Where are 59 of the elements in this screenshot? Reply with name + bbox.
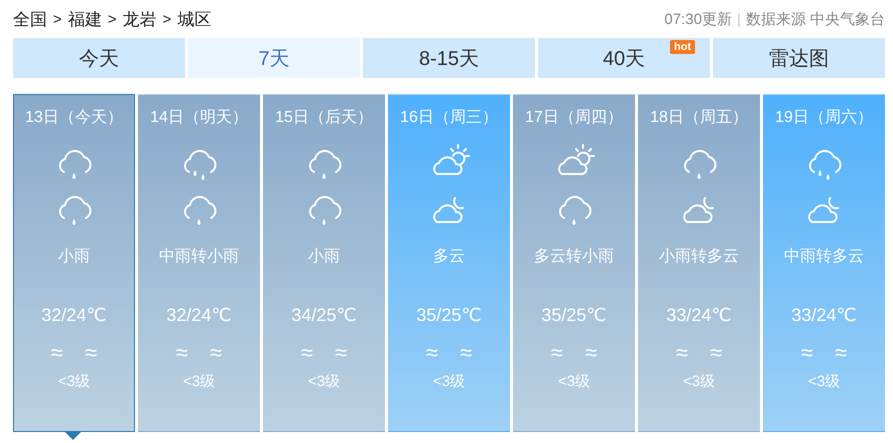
date-label: 16日（周三） bbox=[400, 108, 498, 128]
date-label: 19日（周六） bbox=[775, 108, 873, 128]
date-label: 17日（周四） bbox=[525, 108, 623, 128]
wind-direction: ≈ bbox=[800, 340, 813, 366]
wind-direction: ≈ bbox=[210, 340, 222, 366]
tab[interactable]: 雷达图 bbox=[713, 38, 885, 78]
date-label: 18日（周五） bbox=[650, 108, 748, 128]
date-label: 13日（今天） bbox=[25, 108, 123, 128]
wind-level: <3级 bbox=[182, 372, 216, 391]
date-label: 15日（后天） bbox=[275, 108, 373, 128]
pointer-icon bbox=[64, 431, 82, 440]
breadcrumb-link[interactable]: 福建 bbox=[68, 8, 102, 30]
wind-direction: ≈ bbox=[50, 340, 63, 366]
wind-level: <3级 bbox=[808, 372, 840, 391]
wind-direction: ≈ bbox=[85, 340, 98, 366]
wind-direction: ≈ bbox=[300, 340, 313, 366]
wind-level: <3级 bbox=[682, 372, 716, 391]
wind-level: <3级 bbox=[58, 372, 90, 391]
weather-text: 中雨转多云 bbox=[784, 246, 864, 267]
temperature: 33/24℃ bbox=[666, 305, 732, 326]
breadcrumb-link[interactable]: 全国 bbox=[13, 8, 47, 30]
tab[interactable]: 40天 hot bbox=[538, 38, 710, 78]
weather-text: 小雨转多云 bbox=[659, 246, 739, 267]
wind-level: <3级 bbox=[308, 372, 340, 391]
breadcrumb-link[interactable]: 龙岩 bbox=[122, 8, 157, 30]
tab[interactable]: 今天 bbox=[13, 38, 185, 78]
weather-text: 多云 bbox=[433, 247, 465, 267]
breadcrumb-separator: > bbox=[108, 10, 117, 28]
breadcrumb-separator: > bbox=[162, 10, 172, 28]
weather-text: 小雨 bbox=[308, 246, 340, 267]
temperature: 33/24℃ bbox=[791, 305, 857, 326]
temperature: 32/24℃ bbox=[41, 305, 107, 326]
wind-level: <3级 bbox=[432, 372, 466, 391]
wind-direction: ≈ bbox=[460, 340, 472, 366]
weather-text: 小雨 bbox=[58, 246, 90, 267]
hot-badge: hot bbox=[670, 40, 696, 54]
tab[interactable]: 7天 bbox=[188, 38, 360, 78]
wind-direction: ≈ bbox=[710, 340, 722, 366]
wind-direction: ≈ bbox=[176, 340, 188, 366]
divider-text: | bbox=[736, 10, 741, 28]
date-label: 14日（明天） bbox=[150, 108, 248, 128]
data-source: 数据来源 中央气象台 bbox=[746, 10, 885, 28]
tab[interactable]: 8-15天 bbox=[363, 38, 535, 78]
wind-direction: ≈ bbox=[335, 340, 348, 366]
wind-level: <3级 bbox=[558, 372, 590, 391]
wind-direction: ≈ bbox=[550, 340, 563, 366]
wind-direction: ≈ bbox=[835, 340, 848, 366]
weather-text: 多云转小雨 bbox=[534, 246, 614, 267]
wind-direction: ≈ bbox=[426, 340, 438, 366]
temperature: 35/25℃ bbox=[541, 305, 607, 326]
wind-direction: ≈ bbox=[676, 340, 688, 366]
temperature: 34/25℃ bbox=[291, 305, 357, 326]
temperature: 35/25℃ bbox=[416, 305, 482, 326]
update-time: 07:30更新 bbox=[664, 10, 732, 28]
breadcrumb-link[interactable]: 城区 bbox=[177, 8, 212, 30]
breadcrumb-separator: > bbox=[53, 10, 62, 28]
temperature: 32/24℃ bbox=[166, 305, 232, 326]
wind-direction: ≈ bbox=[585, 340, 598, 366]
weather-text: 中雨转小雨 bbox=[159, 246, 239, 267]
